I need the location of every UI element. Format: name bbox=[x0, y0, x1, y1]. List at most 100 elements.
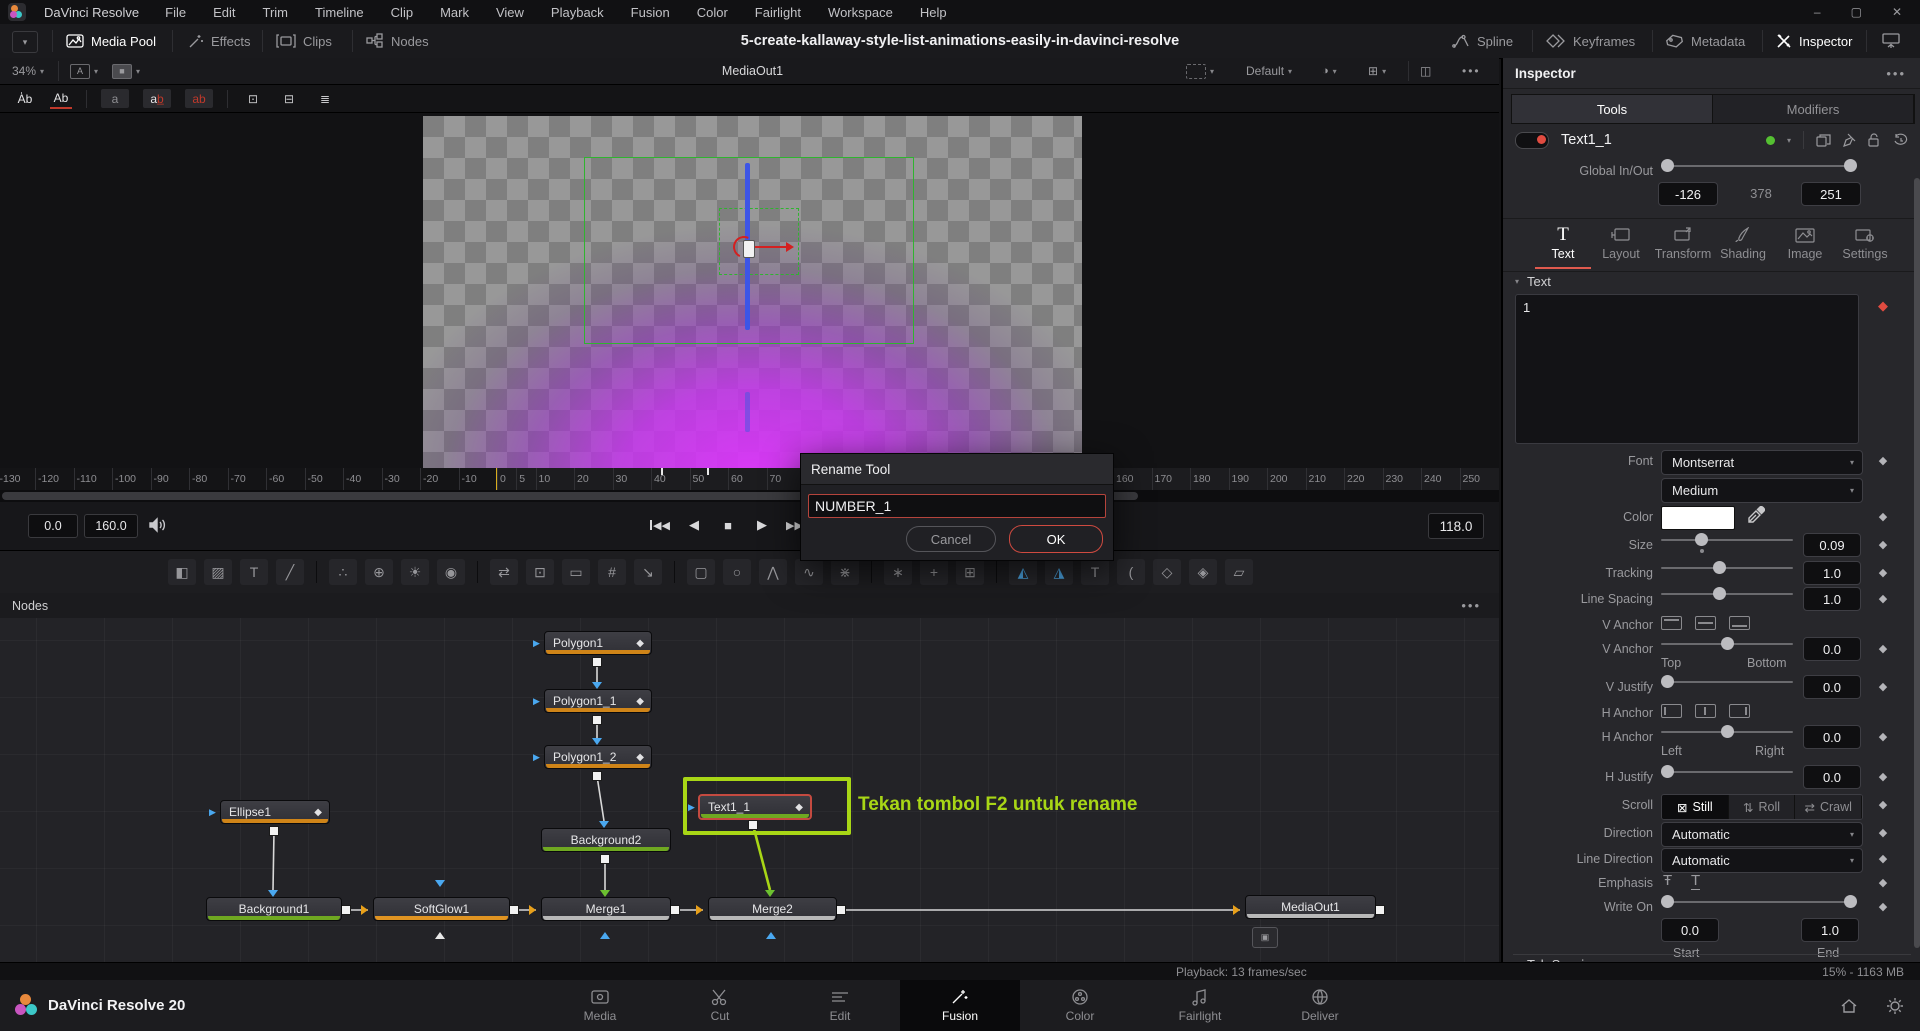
v-justify-field[interactable]: 0.0 bbox=[1803, 675, 1861, 699]
v-anchor-top-button[interactable] bbox=[1661, 616, 1682, 630]
direction-keyframe-diamond[interactable]: ◆ bbox=[1875, 826, 1891, 839]
menu-item-color[interactable]: Color bbox=[697, 5, 728, 20]
tab-shading[interactable]: Shading bbox=[1713, 223, 1773, 261]
global-in-field[interactable]: -126 bbox=[1658, 182, 1718, 206]
bspline-mask-tool-icon[interactable]: ∿ bbox=[795, 559, 823, 585]
nodes-options-menu[interactable]: ••• bbox=[1461, 598, 1481, 613]
panel-collapse-button[interactable]: ▾ bbox=[12, 31, 38, 53]
menu-item-fairlight[interactable]: Fairlight bbox=[755, 5, 801, 20]
insert-node-icon-3[interactable]: ≣ bbox=[314, 89, 336, 108]
h-anchor-slider[interactable] bbox=[1661, 725, 1793, 738]
v-justify-keyframe-diamond[interactable]: ◆ bbox=[1875, 680, 1891, 693]
ok-button[interactable]: OK bbox=[1009, 525, 1103, 553]
metadata-button[interactable]: Metadata bbox=[1666, 24, 1745, 58]
node-input-arrow-icon[interactable]: ▶ bbox=[533, 752, 540, 763]
write-on-end-field[interactable]: 1.0 bbox=[1801, 918, 1859, 942]
h-justify-slider[interactable] bbox=[1661, 765, 1793, 778]
paint-tool-icon[interactable]: ╱ bbox=[276, 559, 304, 585]
node-merge2[interactable]: Merge2 bbox=[708, 897, 837, 921]
lock-open-icon[interactable] bbox=[1868, 133, 1881, 147]
v-justify-slider[interactable] bbox=[1661, 675, 1793, 688]
v-anchor-field[interactable]: 0.0 bbox=[1803, 637, 1861, 661]
eyedropper-icon[interactable] bbox=[1747, 506, 1765, 524]
panel-layout-button[interactable] bbox=[1882, 24, 1900, 58]
composition-canvas[interactable] bbox=[423, 116, 1082, 468]
menu-item-clip[interactable]: Clip bbox=[391, 5, 413, 20]
tab-layout[interactable]: Layout bbox=[1591, 223, 1651, 261]
v-anchor-bottom-button[interactable] bbox=[1729, 616, 1750, 630]
tab-text[interactable]: T Text bbox=[1533, 223, 1593, 261]
tracker-tool-icon[interactable]: + bbox=[920, 559, 948, 585]
node-text1_1[interactable]: Text1_1▶◆ bbox=[698, 794, 812, 820]
page-tab-color[interactable]: Color bbox=[1020, 980, 1140, 1031]
node-merge1[interactable]: Merge1 bbox=[541, 897, 671, 921]
menu-item-workspace[interactable]: Workspace bbox=[828, 5, 893, 20]
node-input-arrow-icon[interactable]: ▶ bbox=[209, 807, 216, 818]
media-pool-button[interactable]: Media Pool bbox=[66, 24, 156, 58]
viewer-split-button[interactable]: ◫ bbox=[1420, 58, 1431, 84]
scroll-still-button[interactable]: ⊠Still bbox=[1662, 795, 1729, 819]
node-ellipse1[interactable]: Ellipse1▶◆ bbox=[220, 800, 330, 824]
direction-select[interactable]: Automatic▾ bbox=[1661, 822, 1863, 847]
v-anchor-keyframe-diamond[interactable]: ◆ bbox=[1875, 642, 1891, 655]
page-tab-fairlight[interactable]: Fairlight bbox=[1140, 980, 1260, 1031]
menu-item-help[interactable]: Help bbox=[920, 5, 947, 20]
node-polygon1_2[interactable]: Polygon1_2▶◆ bbox=[544, 745, 652, 769]
crop-tool-icon[interactable]: # bbox=[598, 559, 626, 585]
node-graph[interactable]: Polygon1▶◆ Polygon1_1▶◆ Polygon1_2▶◆ Ellips… bbox=[0, 618, 1499, 962]
viewer-roi-button[interactable]: ▾ bbox=[1186, 58, 1214, 84]
h-justify-field[interactable]: 0.0 bbox=[1803, 765, 1861, 789]
line-direction-select[interactable]: Automatic▾ bbox=[1661, 848, 1863, 873]
app-logo-icon[interactable] bbox=[8, 3, 26, 21]
font-keyframe-diamond[interactable]: ◆ bbox=[1875, 454, 1891, 467]
text-plus-tool-icon[interactable]: T bbox=[240, 559, 268, 585]
audio-mute-icon[interactable] bbox=[148, 516, 168, 534]
inspector-scrollbar[interactable] bbox=[1914, 178, 1920, 948]
spellcheck-icon[interactable]: Ab bbox=[50, 88, 72, 109]
write-on-keyframe-diamond[interactable]: ◆ bbox=[1875, 900, 1891, 913]
node-polygon1_1[interactable]: Polygon1_1▶◆ bbox=[544, 689, 652, 713]
node-background1[interactable]: Background1 bbox=[206, 897, 342, 921]
pin-icon[interactable] bbox=[1843, 133, 1856, 147]
scroll-roll-button[interactable]: ⇅Roll bbox=[1729, 795, 1796, 819]
maximize-button[interactable]: ▢ bbox=[1851, 5, 1862, 19]
page-tab-deliver[interactable]: Deliver bbox=[1260, 980, 1380, 1031]
effects-button[interactable]: Effects bbox=[188, 24, 251, 58]
menu-item-edit[interactable]: Edit bbox=[213, 5, 235, 20]
luma-keyer-tool-icon[interactable]: ◮ bbox=[1045, 559, 1073, 585]
particles-tool-icon[interactable]: ∴ bbox=[329, 559, 357, 585]
allow-typing-icon[interactable]: A̍b bbox=[14, 89, 36, 108]
settings-gear-icon[interactable] bbox=[1886, 997, 1904, 1015]
global-inout-slider[interactable] bbox=[1661, 159, 1857, 172]
color-swatch[interactable] bbox=[1661, 506, 1735, 530]
node-mediaout1[interactable]: MediaOut1 bbox=[1245, 895, 1376, 919]
page-tab-cut[interactable]: Cut bbox=[660, 980, 780, 1031]
transform-tool-icon[interactable]: ⇄ bbox=[490, 559, 518, 585]
blur-tool-icon[interactable]: ◉ bbox=[437, 559, 465, 585]
global-out-field[interactable]: 251 bbox=[1801, 182, 1861, 206]
h-anchor-field[interactable]: 0.0 bbox=[1803, 725, 1861, 749]
clips-button[interactable]: Clips bbox=[276, 24, 332, 58]
text-section-header[interactable]: ▾Text bbox=[1515, 274, 1551, 289]
case-tool-icon[interactable]: a bbox=[101, 89, 129, 108]
tracking-field[interactable]: 1.0 bbox=[1803, 561, 1861, 585]
mediaout-thumbnail-button[interactable]: ▣ bbox=[1252, 927, 1278, 948]
size-slider[interactable] bbox=[1661, 533, 1793, 546]
close-button[interactable]: ✕ bbox=[1892, 5, 1902, 19]
reset-history-icon[interactable] bbox=[1893, 133, 1908, 147]
render-end-field[interactable]: 160.0 bbox=[84, 514, 138, 538]
viewer-guides-button[interactable]: ⊞▾ bbox=[1368, 58, 1386, 84]
tracking-slider[interactable] bbox=[1661, 561, 1793, 574]
image-plane-tool-icon[interactable]: ▱ bbox=[1225, 559, 1253, 585]
write-on-start-field[interactable]: 0.0 bbox=[1661, 918, 1719, 942]
styled-text-field[interactable]: 1 bbox=[1515, 294, 1859, 444]
tab-modifiers[interactable]: Modifiers bbox=[1713, 95, 1914, 123]
underline-tool-icon[interactable]: ab̲ bbox=[143, 89, 171, 108]
h-anchor-right-button[interactable] bbox=[1729, 704, 1750, 718]
node-polygon1[interactable]: Polygon1▶◆ bbox=[544, 631, 652, 655]
text-3d-tool-icon[interactable]: T bbox=[1081, 559, 1109, 585]
scroll-keyframe-diamond[interactable]: ◆ bbox=[1875, 798, 1891, 811]
node-enable-toggle[interactable] bbox=[1515, 132, 1549, 149]
resize-tool-icon[interactable]: ↘ bbox=[634, 559, 662, 585]
dve-tool-icon[interactable]: ⊡ bbox=[526, 559, 554, 585]
